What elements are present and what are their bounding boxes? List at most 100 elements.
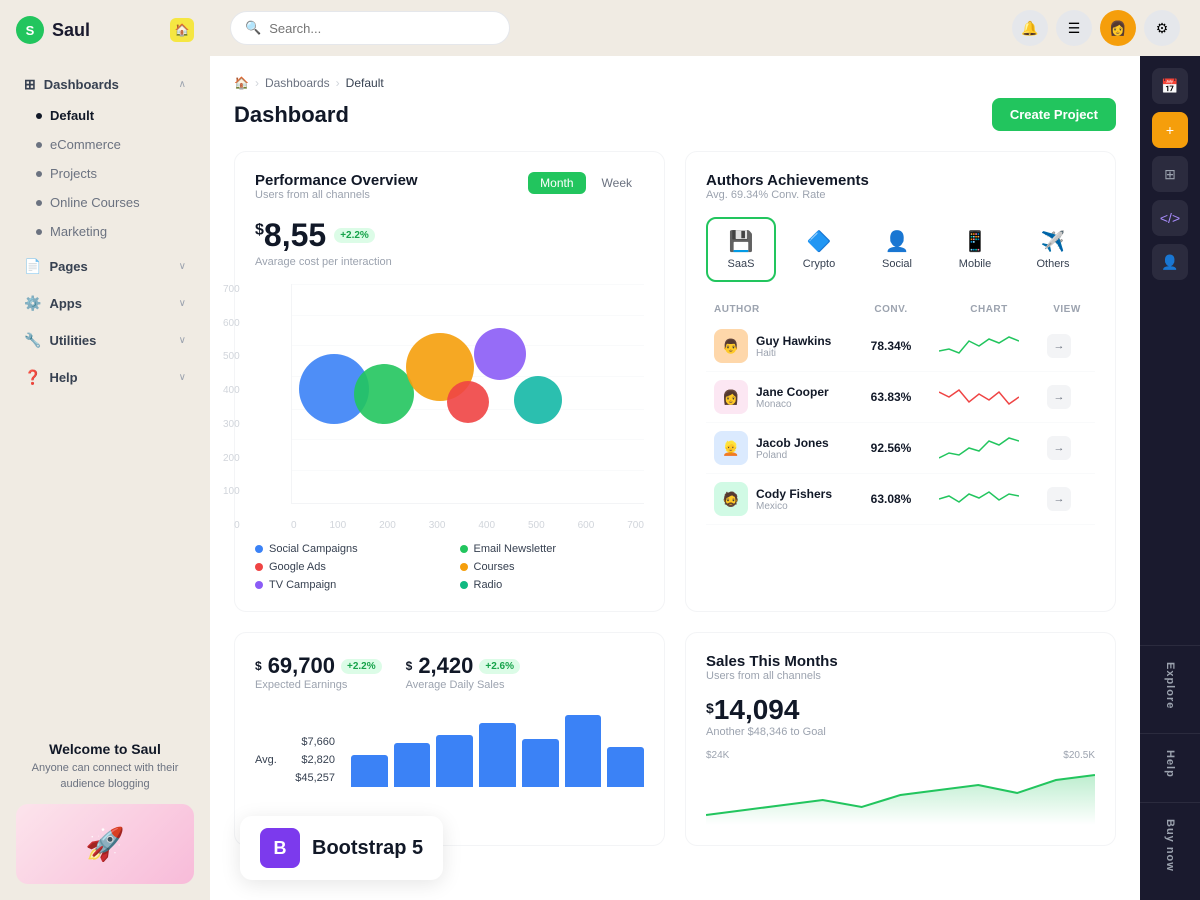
- author-row: 👱 Jacob Jones Poland 92.56%: [706, 423, 1095, 474]
- performance-value-label: Avarage cost per interaction: [255, 256, 644, 268]
- sidebar-item-online-courses[interactable]: Online Courses: [8, 188, 202, 217]
- performance-value: $8,55 +2.2%: [255, 217, 644, 254]
- legend-dot-courses: [460, 563, 468, 571]
- sidebar-item-ecommerce[interactable]: eCommerce: [8, 130, 202, 159]
- rp-code-button[interactable]: </>: [1152, 200, 1188, 236]
- tab-month[interactable]: Month: [528, 172, 585, 194]
- bubble-chart: [291, 284, 644, 504]
- nav-dot: [36, 200, 42, 206]
- earnings-card: $ 69,700 +2.2% Expected Earnings $ 2,420: [234, 632, 665, 846]
- bar-2: [394, 743, 431, 787]
- author-tab-others[interactable]: ✈️ Others: [1018, 217, 1088, 282]
- legend-google: Google Ads: [255, 561, 440, 573]
- bubble-email: [354, 364, 414, 424]
- view-button-4[interactable]: →: [1047, 487, 1071, 511]
- legend-dot-tv: [255, 581, 263, 589]
- sidebar-nav: ⊞ Dashboards ∧ Default eCommerce Project…: [0, 60, 210, 725]
- bubble-courses: [514, 376, 562, 424]
- authors-title: Authors Achievements: [706, 172, 869, 189]
- search-input[interactable]: [269, 21, 495, 36]
- breadcrumb-dashboards[interactable]: Dashboards: [265, 76, 330, 90]
- sidebar-item-help[interactable]: ❓ Help ∨: [8, 361, 202, 394]
- help-label[interactable]: Help: [1164, 742, 1176, 786]
- mini-chart-2: [939, 382, 1039, 412]
- sidebar-item-utilities[interactable]: 🔧 Utilities ∨: [8, 324, 202, 357]
- create-project-button[interactable]: Create Project: [992, 98, 1116, 131]
- expected-earnings: $ 69,700 +2.2% Expected Earnings: [255, 653, 382, 691]
- earnings-bottom: $7,660 Avg. $2,820 $45,257: [255, 707, 644, 787]
- author-tab-saas[interactable]: 💾 SaaS: [706, 217, 776, 282]
- chart-area: [292, 284, 644, 503]
- mini-chart-1: [939, 331, 1039, 361]
- sales-chart-labels: $24K $20.5K: [706, 750, 1095, 761]
- bootstrap-text: Bootstrap 5: [312, 837, 423, 860]
- sidebar-item-marketing[interactable]: Marketing: [8, 217, 202, 246]
- chart-legend: Social Campaigns Email Newsletter Google…: [255, 543, 644, 591]
- expected-badge: +2.2%: [341, 659, 382, 674]
- view-button-1[interactable]: →: [1047, 334, 1071, 358]
- author-name: Jane Cooper: [756, 385, 829, 399]
- avatar-jane: 👩: [714, 380, 748, 414]
- search-icon: 🔍: [245, 20, 261, 36]
- performance-badge: +2.2%: [334, 228, 375, 243]
- rp-user-button[interactable]: 👤: [1152, 244, 1188, 280]
- performance-title: Performance Overview: [255, 172, 418, 189]
- rp-calendar-button[interactable]: 📅: [1152, 68, 1188, 104]
- avatar-jacob: 👱: [714, 431, 748, 465]
- sidebar-item-dashboards[interactable]: ⊞ Dashboards ∧: [8, 68, 202, 101]
- sales-title: Sales This Months: [706, 653, 1095, 670]
- main-area: 🔍 🔔 ☰ 👩 ⚙ 🏠 › Dashboards ›: [210, 0, 1200, 900]
- author-country: Haiti: [756, 348, 831, 359]
- settings-button[interactable]: ⚙: [1144, 10, 1180, 46]
- author-tab-crypto[interactable]: 🔷 Crypto: [784, 217, 854, 282]
- nav-group-apps: ⚙️ Apps ∨: [0, 287, 210, 320]
- sales-card: Sales This Months Users from all channel…: [685, 632, 1116, 846]
- menu-button[interactable]: ☰: [1056, 10, 1092, 46]
- sales-values: $7,660 Avg. $2,820 $45,257: [255, 733, 335, 787]
- legend-radio: Radio: [460, 579, 645, 591]
- conv-value: 63.83%: [851, 390, 931, 404]
- sidebar-item-apps[interactable]: ⚙️ Apps ∨: [8, 287, 202, 320]
- bubble-chart-container: 700 600 500 400 300 200 100 0: [255, 284, 644, 531]
- legend-tv: TV Campaign: [255, 579, 440, 591]
- sidebar-item-default[interactable]: Default: [8, 101, 202, 130]
- author-tab-social[interactable]: 👤 Social: [862, 217, 932, 282]
- performance-subtitle: Users from all channels: [255, 189, 418, 201]
- header: 🔍 🔔 ☰ 👩 ⚙: [210, 0, 1200, 56]
- chevron-up-icon: ∧: [179, 79, 186, 90]
- explore-label[interactable]: Explore: [1164, 654, 1176, 717]
- breadcrumb: 🏠 › Dashboards › Default: [234, 76, 1116, 90]
- bar-7: [607, 747, 644, 787]
- sales-row: $45,257: [255, 769, 335, 787]
- search-box[interactable]: 🔍: [230, 11, 510, 45]
- daily-sales: $ 2,420 +2.6% Average Daily Sales: [406, 653, 520, 691]
- author-country: Mexico: [756, 501, 832, 512]
- legend-dot-radio: [460, 581, 468, 589]
- chevron-down-icon: ∨: [179, 372, 186, 383]
- sales-subtitle: Users from all channels: [706, 670, 1095, 682]
- authors-card-header: Authors Achievements Avg. 69.34% Conv. R…: [706, 172, 1095, 213]
- rp-layout-button[interactable]: ⊞: [1152, 156, 1188, 192]
- notification-button[interactable]: 🔔: [1012, 10, 1048, 46]
- sidebar-item-projects[interactable]: Projects: [8, 159, 202, 188]
- dashboard-grid: Performance Overview Users from all chan…: [234, 151, 1116, 846]
- bar-3: [436, 735, 473, 787]
- toggle-sidebar-button[interactable]: 🏠: [170, 18, 194, 42]
- daily-badge: +2.6%: [479, 659, 520, 674]
- bar-chart: [351, 707, 644, 787]
- avatar[interactable]: 👩: [1100, 10, 1136, 46]
- legend-email: Email Newsletter: [460, 543, 645, 555]
- sidebar-item-pages[interactable]: 📄 Pages ∨: [8, 250, 202, 283]
- author-info: 👱 Jacob Jones Poland: [714, 431, 843, 465]
- author-row: 👩 Jane Cooper Monaco 63.83%: [706, 372, 1095, 423]
- sidebar-illustration: 🚀: [16, 804, 194, 884]
- view-button-2[interactable]: →: [1047, 385, 1071, 409]
- expected-label: Expected Earnings: [255, 679, 382, 691]
- rp-add-button[interactable]: +: [1152, 112, 1188, 148]
- breadcrumb-home-icon[interactable]: 🏠: [234, 76, 249, 90]
- chevron-down-icon: ∨: [179, 335, 186, 346]
- buy-label[interactable]: Buy now: [1164, 811, 1176, 880]
- view-button-3[interactable]: →: [1047, 436, 1071, 460]
- author-tab-mobile[interactable]: 📱 Mobile: [940, 217, 1010, 282]
- tab-week[interactable]: Week: [590, 172, 644, 194]
